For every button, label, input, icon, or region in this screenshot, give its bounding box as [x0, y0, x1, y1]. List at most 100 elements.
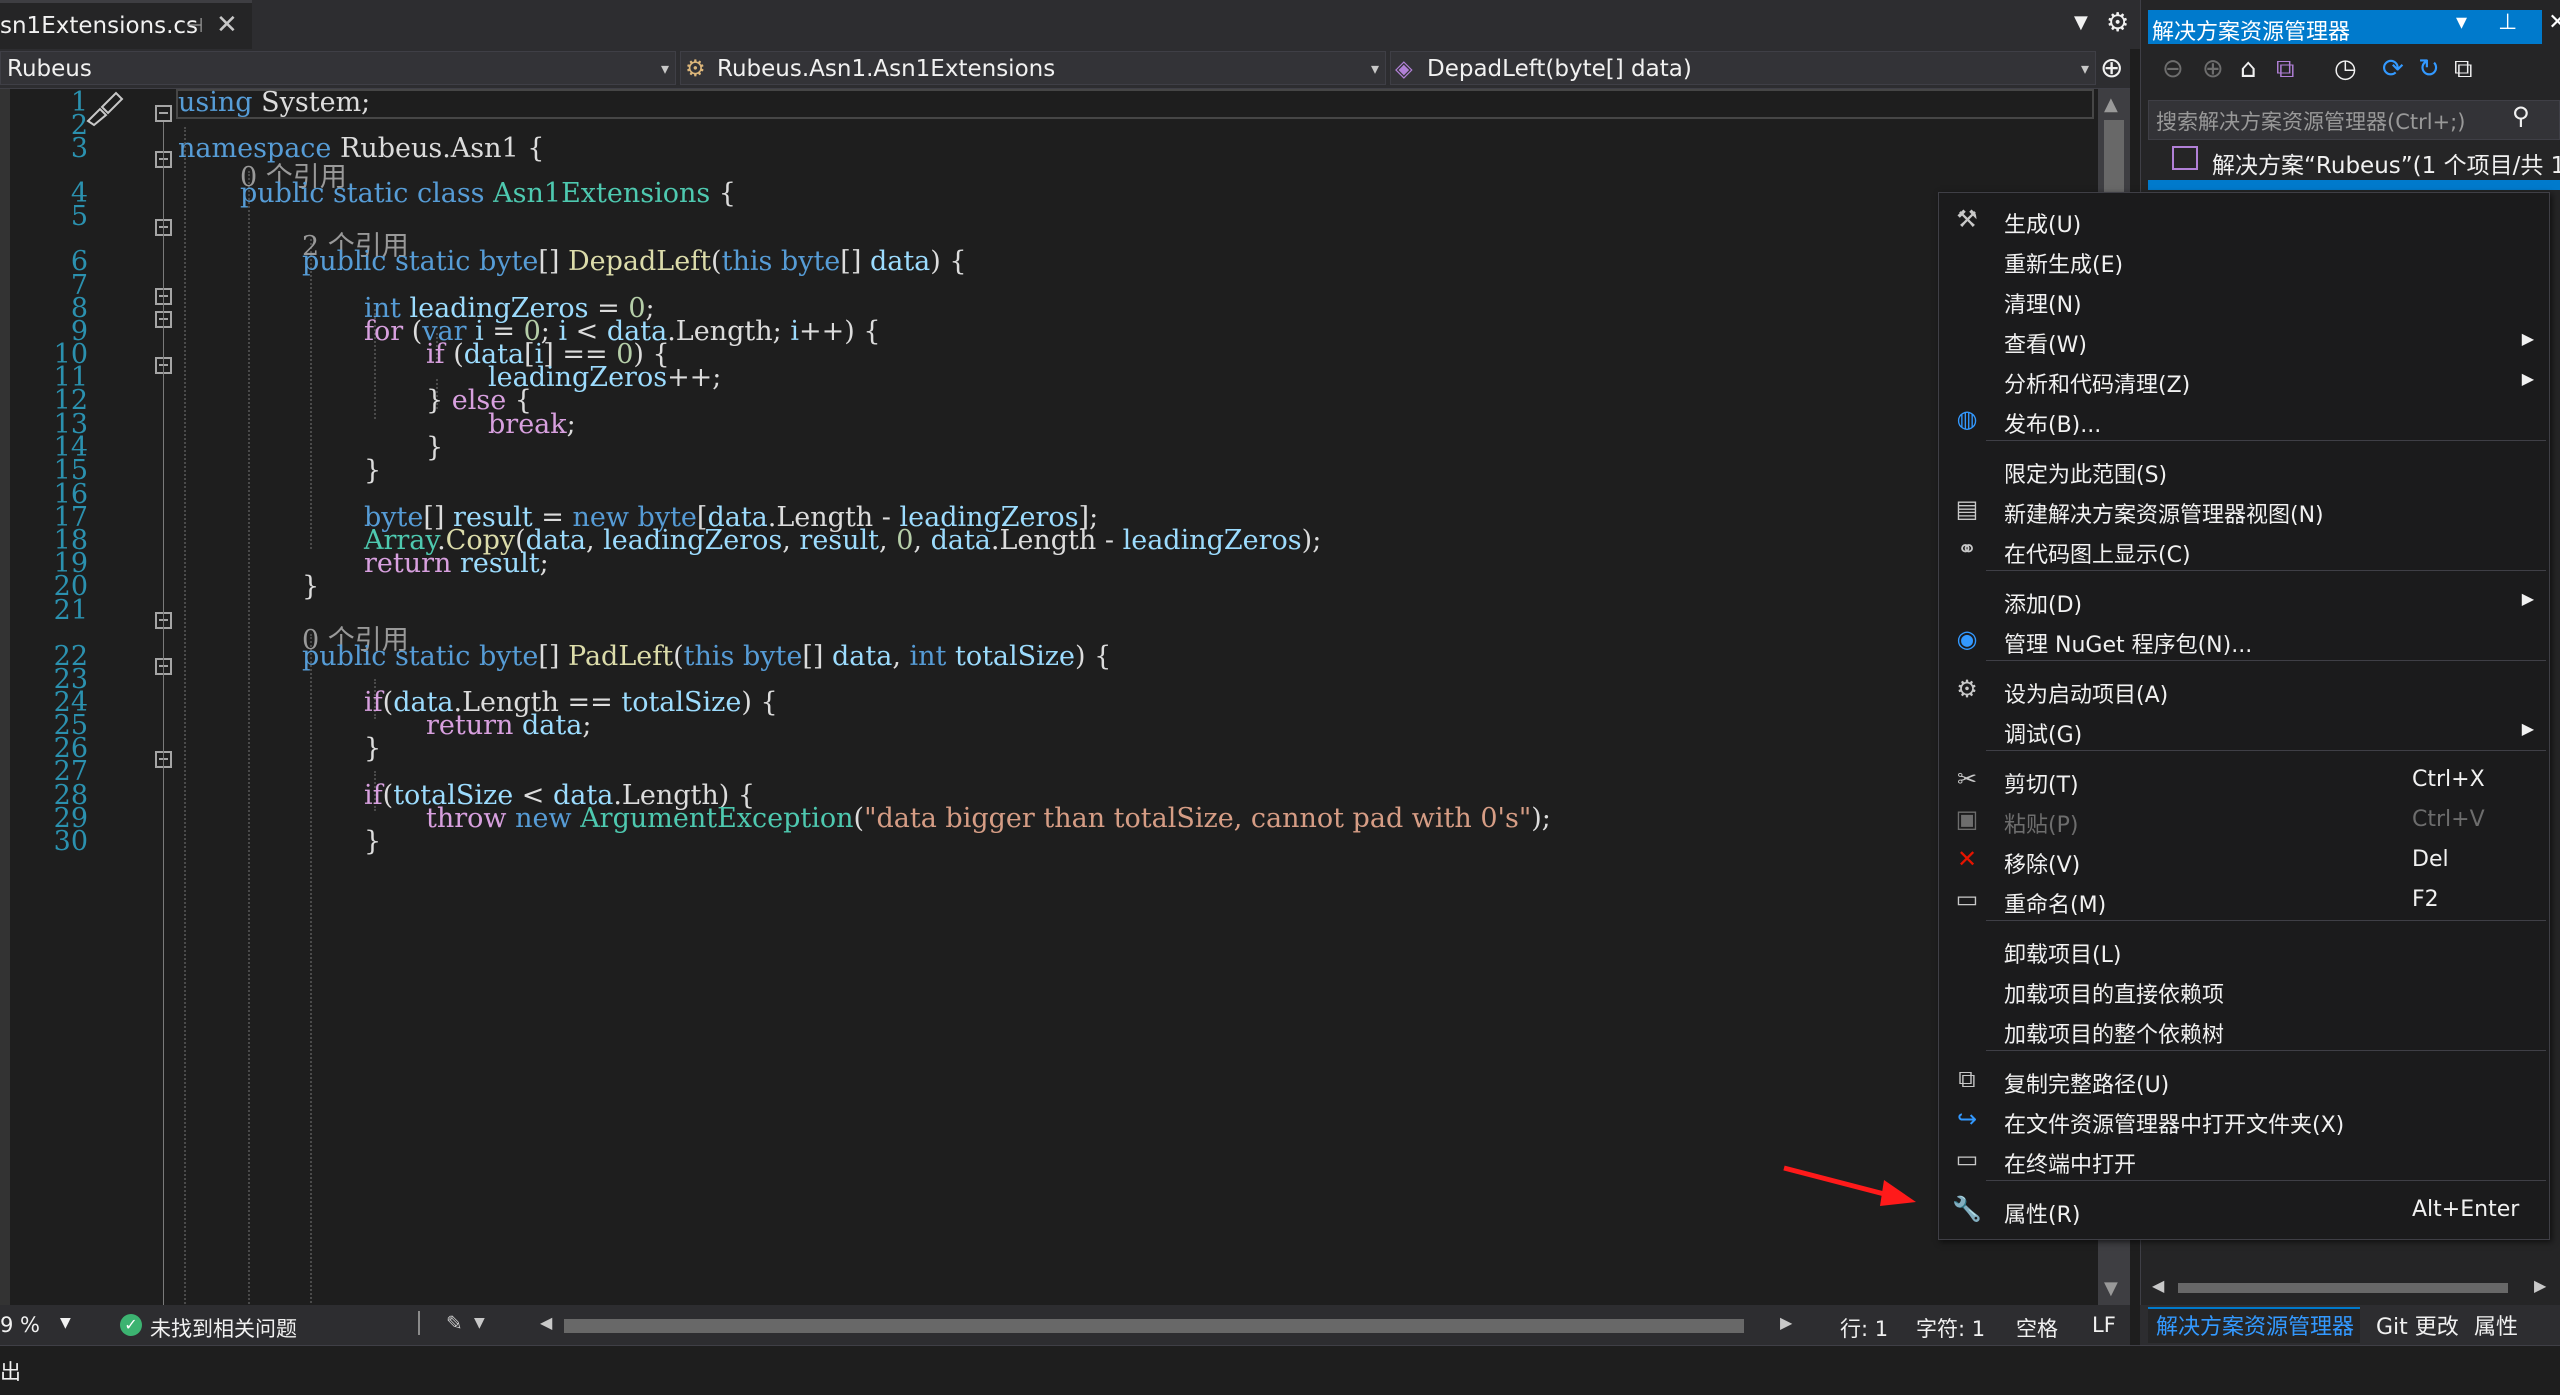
context-menu-item[interactable]: ⚙ 设为启动项目(A) — [1940, 670, 2548, 710]
context-menu-item[interactable]: ⚒ 生成(U) — [1940, 200, 2548, 240]
menu-separator — [1986, 750, 2546, 751]
divider — [418, 1311, 420, 1335]
context-menu-item-label: 查看(W) — [2004, 333, 2087, 358]
member-dropdown[interactable]: ◈ DepadLeft(byte[] data) ▾ — [1390, 51, 2096, 85]
wrench-icon: 🔧 — [1952, 1195, 1982, 1223]
context-menu-item[interactable]: ⧉ 复制完整路径(U) — [1940, 1060, 2548, 1100]
indent-guide — [184, 127, 186, 1305]
back-icon[interactable]: ⊖ — [2162, 54, 2184, 84]
cut-icon: ✂ — [1956, 765, 1978, 793]
context-menu-item[interactable]: ⚭ 在代码图上显示(C) — [1940, 530, 2548, 570]
context-menu-item[interactable]: 查看(W) ▶ — [1940, 320, 2548, 360]
gear-icon: ⚙ — [1956, 675, 1978, 703]
tab-solution-explorer-label[interactable]: 解决方案资源管理器 — [2156, 1309, 2354, 1341]
chevron-down-icon[interactable]: ▼ — [474, 1315, 485, 1331]
close-icon[interactable]: ✕ — [216, 10, 238, 40]
context-menu-item[interactable]: 加载项目的整个依赖树 — [1940, 1010, 2548, 1050]
indent-guide — [248, 171, 250, 1305]
whitespace-indicator[interactable]: 空格 — [2016, 1313, 2058, 1343]
context-menu-item[interactable]: ▭ 在终端中打开 — [1940, 1140, 2548, 1180]
quick-actions-brush-icon[interactable] — [82, 89, 126, 127]
horizontal-scroll-thumb[interactable] — [564, 1319, 1744, 1333]
code-line: return result; — [364, 548, 549, 579]
line-indicator[interactable]: 行: 1 — [1840, 1313, 1888, 1343]
chevron-down-icon[interactable]: ▼ — [60, 1315, 71, 1331]
context-menu-item[interactable]: 🔧 属性(R) Alt+Enter — [1940, 1190, 2548, 1230]
forward-icon[interactable]: ⊕ — [2202, 54, 2224, 84]
tab-properties[interactable]: 属性 — [2474, 1309, 2518, 1341]
scroll-right-icon[interactable]: ▶ — [1780, 1313, 1792, 1332]
home-icon[interactable]: ⌂ — [2240, 54, 2257, 84]
context-menu-item-label: 分析和代码清理(Z) — [2004, 373, 2191, 398]
context-menu-item-label: 设为启动项目(A) — [2004, 683, 2169, 708]
pin-icon[interactable]: ⊣ — [186, 13, 203, 37]
terminal-icon: ▭ — [1955, 1145, 1979, 1173]
tree-item-project-selected[interactable] — [2148, 180, 2560, 190]
refresh-icon[interactable]: ↻ — [2418, 54, 2440, 84]
zoom-level[interactable]: 9 % — [0, 1313, 40, 1337]
context-menu-item[interactable]: ✕ 移除(V) Del — [1940, 840, 2548, 880]
context-menu-item[interactable]: 限定为此范围(S) — [1940, 450, 2548, 490]
menu-separator — [1986, 1180, 2546, 1181]
char-indicator[interactable]: 字符: 1 — [1916, 1313, 1985, 1343]
context-menu-item[interactable]: ▭ 重命名(M) F2 — [1940, 880, 2548, 920]
submenu-arrow-icon: ▶ — [2521, 329, 2534, 348]
context-menu-item[interactable]: 加载项目的直接依赖项 — [1940, 970, 2548, 1010]
context-menu-item[interactable]: 添加(D) ▶ — [1940, 580, 2548, 620]
switch-views-icon[interactable]: ⧉ — [2276, 54, 2295, 85]
scroll-right-icon[interactable]: ▶ — [2534, 1276, 2546, 1295]
output-tab[interactable]: 出 — [0, 1356, 21, 1386]
navigation-bar: Rubeus ▾ ⚙ Rubeus.Asn1.Asn1Extensions ▾ … — [0, 49, 2130, 89]
scroll-up-icon[interactable]: ▲ — [2104, 94, 2118, 115]
context-menu-item[interactable]: 清理(N) — [1940, 280, 2548, 320]
code-cleanup-icon[interactable]: ✎ — [446, 1311, 463, 1335]
tab-git-changes[interactable]: Git 更改 — [2376, 1309, 2459, 1341]
context-menu-item[interactable]: ↪ 在文件资源管理器中打开文件夹(X) — [1940, 1100, 2548, 1140]
split-window-icon[interactable]: ⊕ — [2100, 51, 2123, 84]
solution-explorer-toolbar: ⊖ ⊕ ⌂ ⧉ ◷ ⟳ ↻ ⧉ — [2148, 54, 2560, 94]
search-icon[interactable]: ⚲ — [2512, 102, 2530, 130]
gear-icon[interactable]: ⚙ — [2106, 8, 2129, 38]
scroll-down-icon[interactable]: ▼ — [2104, 1278, 2118, 1299]
issues-status[interactable]: 未找到相关问题 — [150, 1313, 297, 1343]
context-menu-item[interactable]: 卸载项目(L) — [1940, 930, 2548, 970]
code-line: } — [364, 826, 382, 857]
class-icon: ⚙ — [685, 56, 706, 82]
pending-changes-filter-icon[interactable]: ◷ — [2334, 54, 2357, 84]
context-menu-item[interactable]: 重新生成(E) — [1940, 240, 2548, 280]
scroll-left-icon[interactable]: ◀ — [2152, 1276, 2164, 1295]
context-menu-item-label: 重新生成(E) — [2004, 253, 2124, 278]
context-menu-item-label: 添加(D) — [2004, 593, 2083, 618]
collapse-toggle[interactable] — [155, 105, 172, 122]
menu-separator — [1986, 1050, 2546, 1051]
context-menu-item[interactable]: 调试(G) ▶ — [1940, 710, 2548, 750]
build-icon: ⚒ — [1956, 205, 1978, 233]
project-dropdown[interactable]: Rubeus ▾ — [0, 51, 676, 85]
type-dropdown[interactable]: ⚙ Rubeus.Asn1.Asn1Extensions ▾ — [680, 51, 1386, 85]
scroll-thumb[interactable] — [2104, 120, 2124, 200]
submenu-arrow-icon: ▶ — [2521, 369, 2534, 388]
context-menu-item[interactable]: ▤ 新建解决方案资源管理器视图(N) — [1940, 490, 2548, 530]
context-menu-item[interactable]: ▣ 粘贴(P) Ctrl+V — [1940, 800, 2548, 840]
code-editor[interactable]: 1 2 3 4 5 6 7 8 9 10 11 12 13 14 15 16 17 18 19 20 21 22 23 24 2… — [0, 89, 2098, 1305]
nuget-icon: ◉ — [1956, 625, 1978, 653]
solution-explorer-hscroll[interactable]: ◀ ▶ — [2150, 1276, 2554, 1298]
context-menu-item[interactable]: 分析和代码清理(Z) ▶ — [1940, 360, 2548, 400]
document-tab[interactable]: sn1Extensions.cs ⊣ ✕ — [0, 0, 252, 49]
context-menu-item[interactable]: ◍ 发布(B)... — [1940, 400, 2548, 440]
document-tab-title: sn1Extensions.cs — [0, 13, 199, 39]
context-menu-item-label: 属性(R) — [2004, 1203, 2081, 1228]
context-menu-item[interactable]: ◉ 管理 NuGet 程序包(N)... — [1940, 620, 2548, 660]
scroll-thumb[interactable] — [2178, 1283, 2508, 1293]
current-line-highlight — [176, 89, 2094, 119]
collapse-all-icon[interactable]: ⧉ — [2454, 54, 2473, 85]
tree-item-solution[interactable]: 解决方案“Rubeus”(1 个项目/共 1 — [2212, 146, 2560, 180]
context-menu-item[interactable]: ✂ 剪切(T) Ctrl+X — [1940, 760, 2548, 800]
tab-overflow-icon[interactable]: ▼ — [2074, 12, 2088, 33]
line-ending-indicator[interactable]: LF — [2092, 1313, 2116, 1337]
solution-icon — [2172, 146, 2198, 170]
sync-icon[interactable]: ⟳ — [2382, 54, 2404, 84]
scroll-left-icon[interactable]: ◀ — [540, 1313, 552, 1332]
context-menu-item-label: 在文件资源管理器中打开文件夹(X) — [2004, 1113, 2345, 1138]
panel-window-buttons[interactable]: ▾ ⊥ ✕ — [2456, 10, 2560, 35]
